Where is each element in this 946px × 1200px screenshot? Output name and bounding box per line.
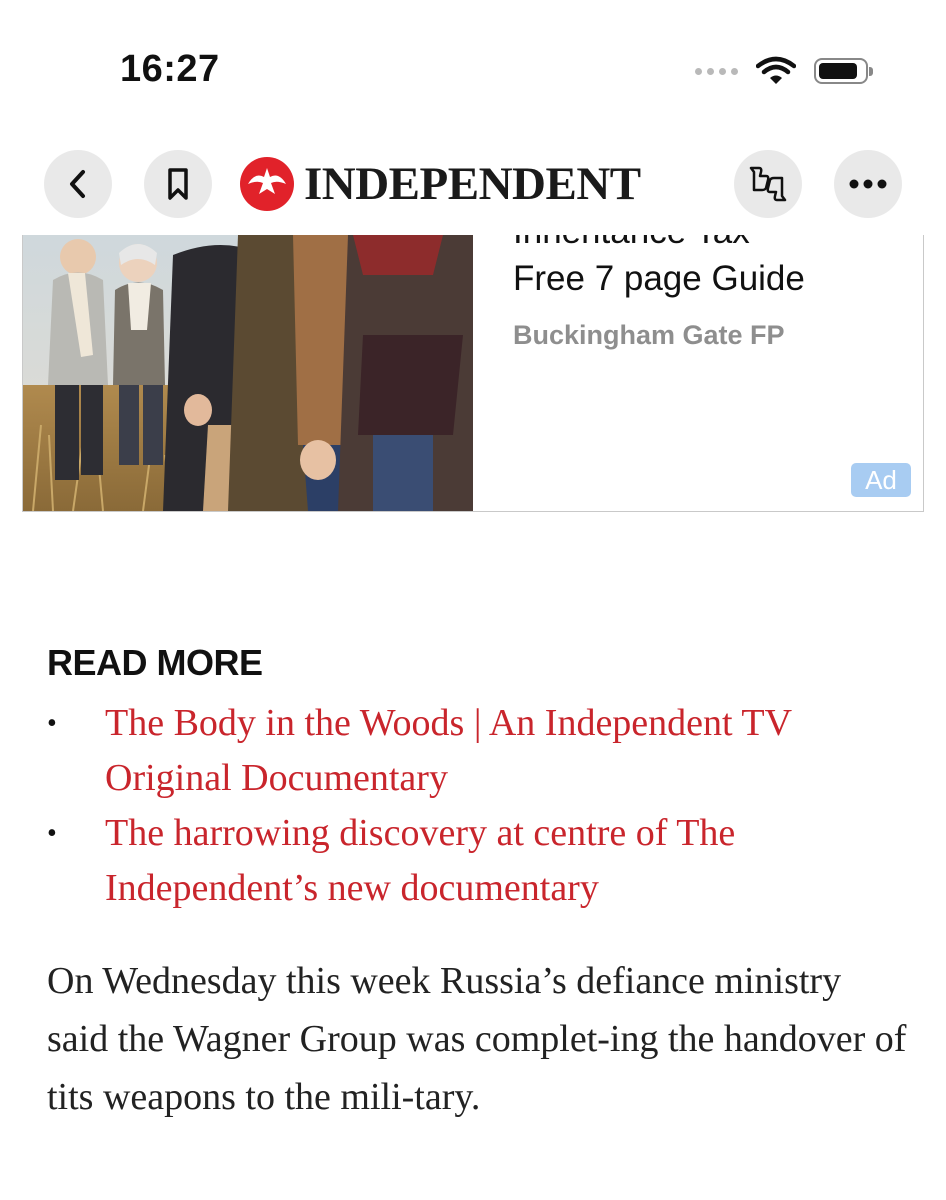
more-button[interactable] [834,150,902,218]
status-icons [695,56,873,86]
ad-badge[interactable]: Ad [851,463,911,497]
feedback-button[interactable] [734,150,802,218]
ad-advertiser: Buckingham Gate FP [513,320,785,350]
bookmark-button[interactable] [144,150,212,218]
site-logo[interactable]: INDEPENDENT [240,150,641,218]
ellipsis-icon [849,179,887,189]
article-paragraph: On Wednesday this week Russia’s defiance… [47,960,907,1118]
bookmark-icon [168,168,188,200]
wifi-icon [756,56,796,84]
chevron-left-icon [70,170,85,198]
back-button[interactable] [44,150,112,218]
read-more-item: • The Body in the Woods | An Independent… [47,696,907,806]
read-more-link[interactable]: The harrowing discovery at centre of The… [105,812,735,909]
read-more-list: • The Body in the Woods | An Independent… [47,696,907,916]
read-more-link[interactable]: The Body in the Woods | An Independent T… [105,702,791,799]
logo-text: INDEPENDENT [304,158,641,210]
read-more-heading: READ MORE [47,642,263,683]
battery-icon [814,58,873,84]
advertisement[interactable]: Inheritance Tax - Free 7 page Guide Buck… [22,235,924,512]
eagle-logo-icon [240,157,294,211]
ad-headline[interactable]: Inheritance Tax - Free 7 page Guide [513,235,913,302]
bullet-icon: • [47,818,57,849]
ad-image[interactable] [23,235,473,511]
bullet-icon: • [47,708,57,739]
cellular-signal-icon [695,67,738,75]
read-more-item: • The harrowing discovery at centre of T… [47,806,907,916]
status-time: 16:27 [120,48,220,90]
thumbs-feedback-icon [749,166,787,202]
ad-headline-line2: Free 7 page Guide [513,259,805,298]
ad-headline-line1: Inheritance Tax - [513,235,913,252]
